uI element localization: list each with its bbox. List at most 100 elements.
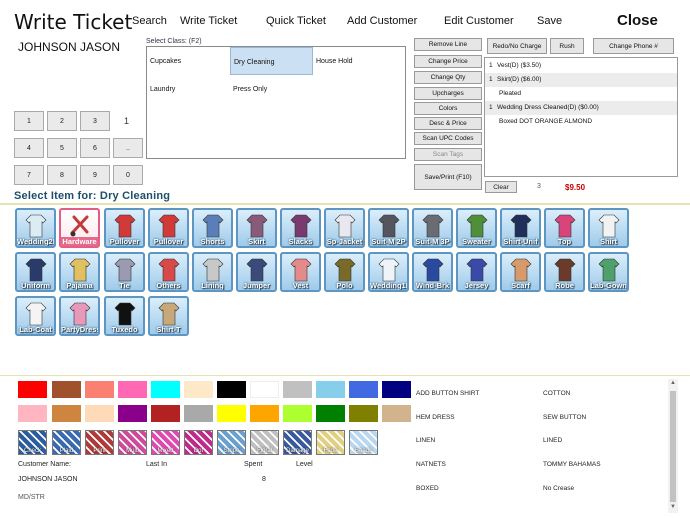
item-tile-shirt-t[interactable]: Shirt-T bbox=[148, 296, 189, 336]
item-tile-suit-m-2p[interactable]: Suit-M 2P bbox=[368, 208, 409, 248]
special-instruction-item[interactable]: HEM DRESS bbox=[416, 414, 455, 421]
color-swatch[interactable] bbox=[184, 381, 213, 398]
menu-save[interactable]: Save bbox=[537, 15, 562, 27]
special-instruction-item[interactable]: TOMMY BAHAMAS bbox=[543, 461, 601, 468]
menu-search[interactable]: Search bbox=[132, 15, 167, 27]
pattern-mixed[interactable]: Mixed bbox=[151, 430, 180, 455]
item-tile-tie[interactable]: Tie bbox=[104, 252, 145, 292]
keypad-3[interactable]: 3 bbox=[80, 111, 110, 131]
change-qty-button[interactable]: Change Qty bbox=[414, 71, 482, 84]
keypad-5[interactable]: 5 bbox=[47, 138, 77, 158]
menu-write-ticket[interactable]: Write Ticket bbox=[180, 15, 237, 27]
ticket-line[interactable]: Boxed DOT ORANGE ALMOND bbox=[485, 115, 677, 129]
color-swatch[interactable] bbox=[382, 381, 411, 398]
menu-add-customer[interactable]: Add Customer bbox=[347, 15, 417, 27]
clear-button[interactable]: Clear bbox=[485, 181, 517, 193]
ticket-line[interactable]: 1 Vest(D) ($3.50) bbox=[485, 59, 677, 73]
item-tile-robe[interactable]: Robe bbox=[544, 252, 585, 292]
scroll-down-icon[interactable]: ▼ bbox=[669, 504, 677, 512]
ticket-line[interactable]: Pleated bbox=[485, 87, 677, 101]
close-button[interactable]: Close bbox=[617, 12, 658, 29]
keypad-4[interactable]: 4 bbox=[14, 138, 44, 158]
color-swatch[interactable] bbox=[85, 381, 114, 398]
color-swatch[interactable] bbox=[250, 405, 279, 422]
pattern-floral[interactable]: Floral bbox=[250, 430, 279, 455]
special-instruction-item[interactable]: ADD BUTTON SHIRT bbox=[416, 390, 479, 397]
keypad-dot[interactable]: .. bbox=[113, 138, 143, 158]
change-price-button[interactable]: Change Price bbox=[414, 55, 482, 68]
item-tile-shorts[interactable]: Shorts bbox=[192, 208, 233, 248]
ticket-line[interactable]: 1 Skirt(D) ($6.00) bbox=[485, 73, 677, 87]
pattern-dot[interactable]: Dot bbox=[184, 430, 213, 455]
item-tile-skirt[interactable]: Skirt bbox=[236, 208, 277, 248]
scroll-up-icon[interactable]: ▲ bbox=[669, 380, 677, 388]
color-swatch[interactable] bbox=[184, 405, 213, 422]
item-tile-wedding2p[interactable]: Wedding2P bbox=[15, 208, 56, 248]
keypad-2[interactable]: 2 bbox=[47, 111, 77, 131]
color-swatch[interactable] bbox=[349, 381, 378, 398]
item-tile-pullover[interactable]: Pullover bbox=[148, 208, 189, 248]
special-instruction-item[interactable]: LINEN bbox=[416, 437, 435, 444]
class-laundry[interactable]: Laundry bbox=[147, 75, 230, 103]
color-swatch[interactable] bbox=[283, 405, 312, 422]
scan-upc-button[interactable]: Scan UPC Codes bbox=[414, 132, 482, 145]
keypad-6[interactable]: 6 bbox=[80, 138, 110, 158]
color-swatch[interactable] bbox=[316, 405, 345, 422]
upcharges-button[interactable]: Upcharges bbox=[414, 87, 482, 100]
color-swatch[interactable] bbox=[382, 405, 411, 422]
item-tile-vest[interactable]: Vest bbox=[280, 252, 321, 292]
keypad-8[interactable]: 8 bbox=[47, 165, 77, 185]
pattern-plaid[interactable]: Plaid bbox=[52, 430, 81, 455]
color-swatch[interactable] bbox=[52, 381, 81, 398]
special-instruction-item[interactable]: BOXED bbox=[416, 485, 439, 492]
pattern-fade[interactable]: Fade bbox=[316, 430, 345, 455]
class-cupcakes[interactable]: Cupcakes bbox=[147, 47, 230, 75]
ticket-line[interactable]: 1 Wedding Dress Cleaned(D) ($0.00) bbox=[485, 101, 677, 115]
desc-price-button[interactable]: Desc & Price bbox=[414, 117, 482, 130]
colors-button[interactable]: Colors bbox=[414, 102, 482, 115]
item-tile-lining[interactable]: Lining bbox=[192, 252, 233, 292]
item-tile-pajama[interactable]: Pajama bbox=[59, 252, 100, 292]
item-tile-slacks[interactable]: Slacks bbox=[280, 208, 321, 248]
pattern-stripe[interactable]: Stripe bbox=[217, 430, 246, 455]
class-press-only[interactable]: Press Only bbox=[230, 75, 313, 103]
scan-tags-button[interactable]: Scan Tags bbox=[414, 148, 482, 161]
item-tile-jersey[interactable]: Jersey bbox=[456, 252, 497, 292]
item-tile-jumper[interactable]: Jumper bbox=[236, 252, 277, 292]
special-instruction-item[interactable]: LINED bbox=[543, 437, 562, 444]
item-tile-pullover[interactable]: Pullover bbox=[104, 208, 145, 248]
item-tile-wind-brk[interactable]: Wind-Brk bbox=[412, 252, 453, 292]
color-swatch[interactable] bbox=[217, 405, 246, 422]
item-tile-wedding1p[interactable]: Wedding1P bbox=[368, 252, 409, 292]
pattern-beads[interactable]: Beads bbox=[349, 430, 378, 455]
item-tile-sp-jacket[interactable]: Sp-Jacket bbox=[324, 208, 365, 248]
color-swatch[interactable] bbox=[283, 381, 312, 398]
item-tile-scarf[interactable]: Scarf bbox=[500, 252, 541, 292]
color-swatch[interactable] bbox=[250, 381, 279, 398]
item-tile-uniform[interactable]: Uniform bbox=[15, 252, 56, 292]
class-house-hold[interactable]: House Hold bbox=[313, 47, 396, 75]
special-instruction-item[interactable]: No Crease bbox=[543, 485, 574, 492]
pattern-damage[interactable]: Damage bbox=[283, 430, 312, 455]
keypad-9[interactable]: 9 bbox=[80, 165, 110, 185]
color-swatch[interactable] bbox=[18, 405, 47, 422]
color-swatch[interactable] bbox=[151, 381, 180, 398]
item-tile-top[interactable]: Top bbox=[544, 208, 585, 248]
item-tile-lab-gown[interactable]: Lab-Gown bbox=[588, 252, 629, 292]
special-instruction-item[interactable]: NATNETS bbox=[416, 461, 446, 468]
item-tile-lab-coat[interactable]: Lab-Coat bbox=[15, 296, 56, 336]
rush-button[interactable]: Rush bbox=[550, 38, 584, 54]
change-phone-button[interactable]: Change Phone # bbox=[593, 38, 674, 54]
class-dry-cleaning[interactable]: Dry Cleaning bbox=[230, 47, 313, 75]
save-print-button[interactable]: Save/Print (F10) bbox=[414, 164, 482, 190]
color-swatch[interactable] bbox=[118, 405, 147, 422]
color-swatch[interactable] bbox=[52, 405, 81, 422]
item-tile-suit-m-3p[interactable]: Suit-M 3P bbox=[412, 208, 453, 248]
scrollbar-thumb[interactable] bbox=[670, 391, 676, 502]
menu-edit-customer[interactable]: Edit Customer bbox=[444, 15, 514, 27]
item-tile-shirt[interactable]: Shirt bbox=[588, 208, 629, 248]
color-swatch[interactable] bbox=[349, 405, 378, 422]
item-tile-partydress[interactable]: PartyDress bbox=[59, 296, 100, 336]
redo-no-charge-button[interactable]: Redo/No Charge bbox=[487, 38, 547, 54]
color-swatch[interactable] bbox=[85, 405, 114, 422]
